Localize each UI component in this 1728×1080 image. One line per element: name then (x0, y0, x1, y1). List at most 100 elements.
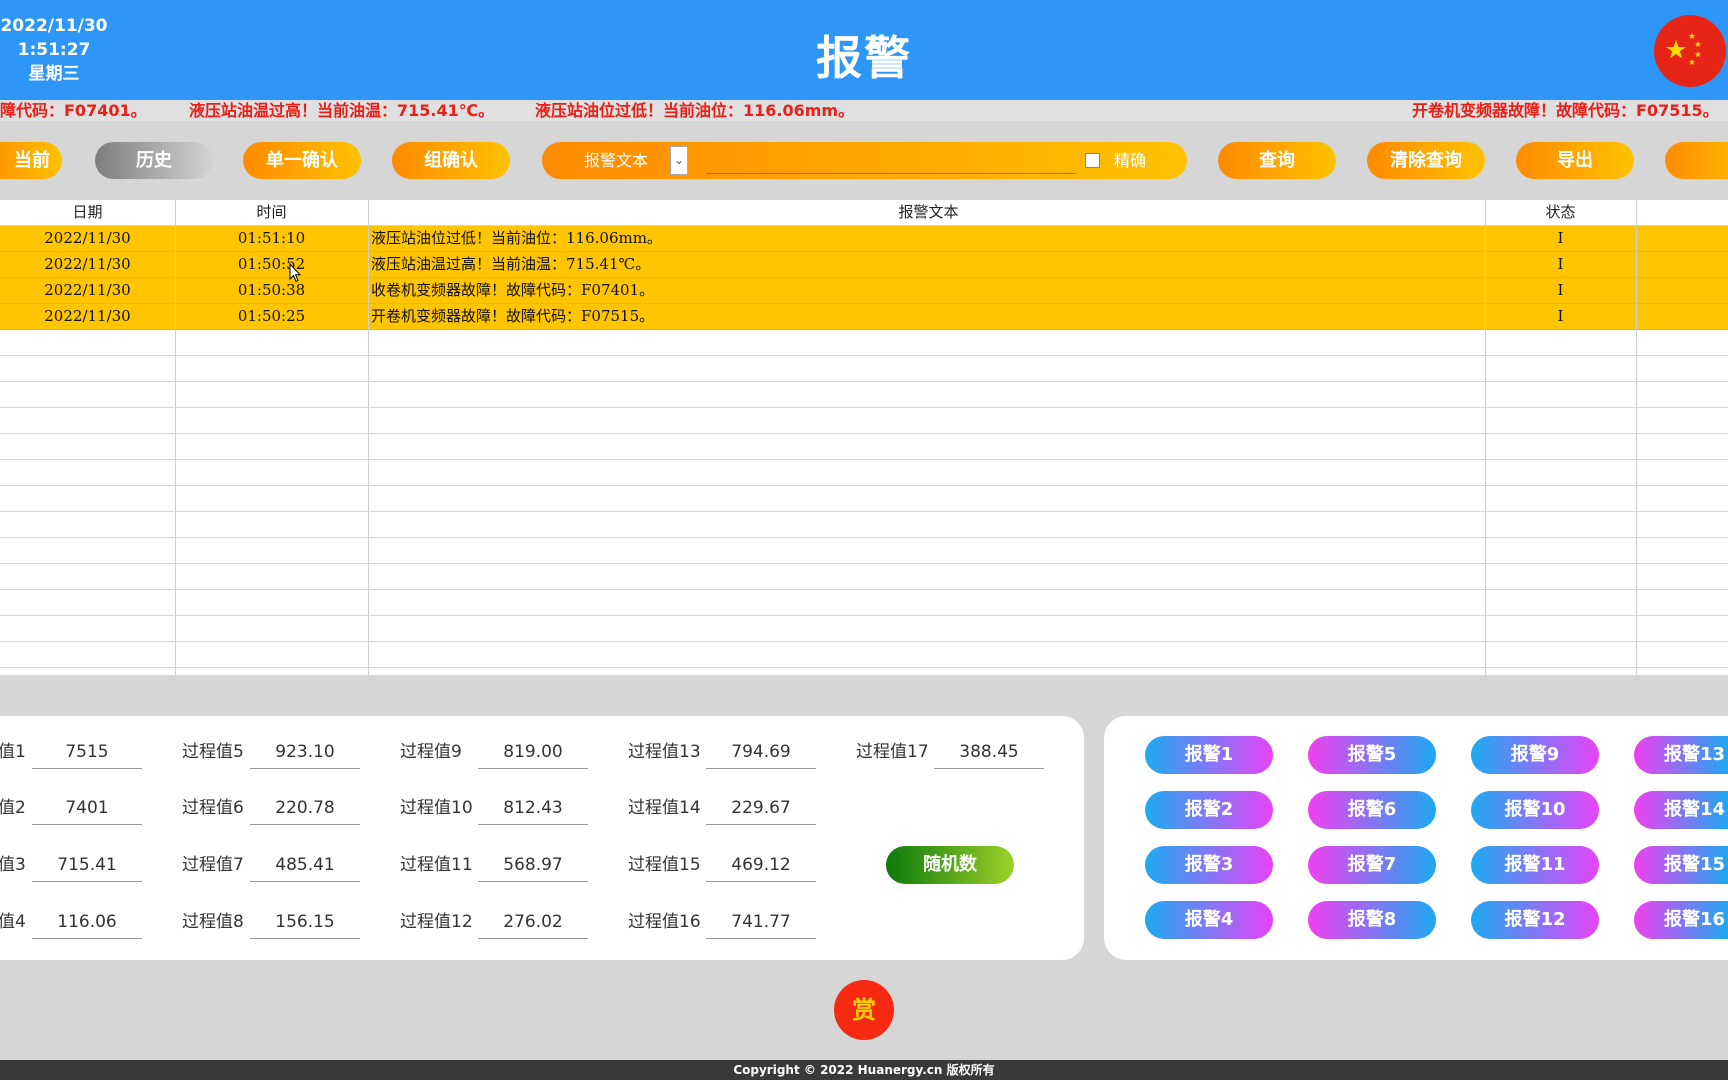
process-value-field[interactable]: 469.12 (706, 848, 816, 882)
process-value-field[interactable]: 7515 (32, 735, 142, 769)
export-button[interactable]: 导出 (1516, 142, 1634, 179)
process-value-field[interactable]: 7401 (32, 791, 142, 825)
cell-date: 2022/11/30 (44, 255, 131, 273)
random-button[interactable]: 随机数 (886, 846, 1014, 884)
cell-state: I (1557, 255, 1564, 273)
process-value-label: 过程值12 (400, 912, 473, 932)
alarm-button-9[interactable]: 报警9 (1471, 736, 1599, 774)
query-button[interactable]: 查询 (1218, 142, 1336, 179)
search-input[interactable] (706, 147, 1076, 174)
table-row[interactable] (0, 408, 1728, 434)
alarm-button-4[interactable]: 报警4 (1145, 901, 1273, 939)
table-row[interactable] (0, 668, 1728, 675)
alarm-button-14[interactable]: 报警14 (1634, 791, 1728, 829)
table-row[interactable]: 2022/11/30 01:51:10 液压站油位过低！当前油位：116.06mm。… (0, 226, 1728, 252)
table-row[interactable] (0, 642, 1728, 668)
process-value-field[interactable]: 485.41 (250, 848, 360, 882)
process-value-field[interactable]: 276.02 (478, 905, 588, 939)
table-row[interactable] (0, 356, 1728, 382)
alarm-button-16[interactable]: 报警16 (1634, 901, 1728, 939)
table-row[interactable]: 2022/11/30 01:50:52 液压站油温过高！当前油温：715.41℃。 I (0, 252, 1728, 278)
column-header-date[interactable]: 日期 (0, 200, 175, 225)
table-row[interactable] (0, 538, 1728, 564)
cell-state: I (1557, 307, 1564, 325)
cell-time: 01:50:52 (237, 255, 306, 273)
alarm-button-8[interactable]: 报警8 (1308, 901, 1436, 939)
alarm-table: 日期 时间 报警文本 状态 2022/11/30 01:51:10 液压站油位过低！… (0, 200, 1728, 675)
alarm-button-7[interactable]: 报警7 (1308, 846, 1436, 884)
column-header-time[interactable]: 时间 (175, 200, 368, 225)
cell-date: 2022/11/30 (44, 229, 131, 247)
process-value-field[interactable]: 220.78 (250, 791, 360, 825)
cell-date: 2022/11/30 (44, 307, 131, 325)
process-value-field[interactable]: 116.06 (32, 905, 142, 939)
process-value-field[interactable]: 156.15 (250, 905, 360, 939)
process-value-label: 值2 (0, 798, 26, 818)
alarm-button-11[interactable]: 报警11 (1471, 846, 1599, 884)
table-row[interactable] (0, 616, 1728, 642)
cell-time: 01:51:10 (237, 229, 306, 247)
table-row[interactable]: 2022/11/30 01:50:25 开卷机变频器故障！故障代码：F07515。 I (0, 304, 1728, 330)
alarm-button-13[interactable]: 报警13 (1634, 736, 1728, 774)
process-value-label: 过程值8 (182, 912, 244, 932)
ticker-item: 液压站油位过低！当前油位：116.06mm。 (535, 101, 855, 120)
table-row[interactable] (0, 486, 1728, 512)
header-bar: 2022/11/30 1:51:27 星期三 报警 (0, 0, 1728, 100)
table-row[interactable] (0, 564, 1728, 590)
ticker-item: 液压站油温过高！当前油温：715.41℃。 (189, 101, 495, 120)
cell-text: 液压站油温过高！当前油温：715.41℃。 (371, 255, 651, 273)
process-value-field[interactable]: 741.77 (706, 905, 816, 939)
exact-checkbox[interactable] (1085, 153, 1100, 168)
group-confirm-button[interactable]: 组确认 (392, 142, 510, 179)
search-bar: 报警文本 ⌄ 精确 (542, 142, 1187, 179)
process-value-field[interactable]: 923.10 (250, 735, 360, 769)
column-divider (368, 200, 369, 675)
alarm-button-3[interactable]: 报警3 (1145, 846, 1273, 884)
reward-button[interactable]: 赏 (834, 980, 894, 1040)
table-row[interactable] (0, 512, 1728, 538)
extra-button[interactable]: 4 (1665, 142, 1728, 179)
alarm-button-10[interactable]: 报警10 (1471, 791, 1599, 829)
table-row[interactable] (0, 460, 1728, 486)
single-confirm-button[interactable]: 单一确认 (243, 142, 361, 179)
table-row[interactable] (0, 382, 1728, 408)
column-header-text[interactable]: 报警文本 (371, 200, 1486, 225)
alarm-button-15[interactable]: 报警15 (1634, 846, 1728, 884)
table-row[interactable] (0, 330, 1728, 356)
process-value-label: 过程值6 (182, 798, 244, 818)
alarm-ticker: 障代码：F07401。 液压站油温过高！当前油温：715.41℃。 液压站油位过… (0, 100, 1728, 121)
alarm-button-2[interactable]: 报警2 (1145, 791, 1273, 829)
mouse-cursor-icon (289, 263, 301, 283)
search-field-label: 报警文本 (584, 151, 649, 170)
process-value-field[interactable]: 812.43 (478, 791, 588, 825)
process-value-field[interactable]: 568.97 (478, 848, 588, 882)
china-flag-icon[interactable] (1654, 15, 1726, 87)
column-header-state[interactable]: 状态 (1486, 200, 1635, 225)
clear-query-button[interactable]: 清除查询 (1367, 142, 1485, 179)
process-value-field[interactable]: 819.00 (478, 735, 588, 769)
table-header: 日期 时间 报警文本 状态 (0, 200, 1728, 226)
process-value-label: 值1 (0, 742, 26, 762)
footer-copyright: Copyright © 2022 Huanergy.cn 版权所有 (0, 1060, 1728, 1080)
process-value-label: 过程值17 (856, 742, 929, 762)
search-field-dropdown[interactable]: ⌄ (670, 146, 688, 175)
alarm-button-1[interactable]: 报警1 (1145, 736, 1273, 774)
cell-text: 液压站油位过低！当前油位：116.06mm。 (371, 229, 662, 247)
process-value-field[interactable]: 794.69 (706, 735, 816, 769)
alarm-button-6[interactable]: 报警6 (1308, 791, 1436, 829)
column-divider (1636, 200, 1637, 675)
chevron-down-icon: ⌄ (673, 153, 685, 167)
process-value-label: 过程值5 (182, 742, 244, 762)
table-row[interactable] (0, 434, 1728, 460)
process-value-field[interactable]: 715.41 (32, 848, 142, 882)
alarm-button-5[interactable]: 报警5 (1308, 736, 1436, 774)
history-button[interactable]: 历史 (95, 142, 213, 179)
process-value-field[interactable]: 388.45 (934, 735, 1044, 769)
alarm-button-12[interactable]: 报警12 (1471, 901, 1599, 939)
table-row[interactable] (0, 590, 1728, 616)
process-value-label: 过程值15 (628, 855, 701, 875)
current-button[interactable]: 当前 (0, 142, 62, 179)
table-row[interactable]: 2022/11/30 01:50:38 收卷机变频器故障！故障代码：F07401。 I (0, 278, 1728, 304)
alarm-screen: 2022/11/30 1:51:27 星期三 报警 障代码：F07401。 液压… (0, 0, 1728, 1080)
process-value-field[interactable]: 229.67 (706, 791, 816, 825)
